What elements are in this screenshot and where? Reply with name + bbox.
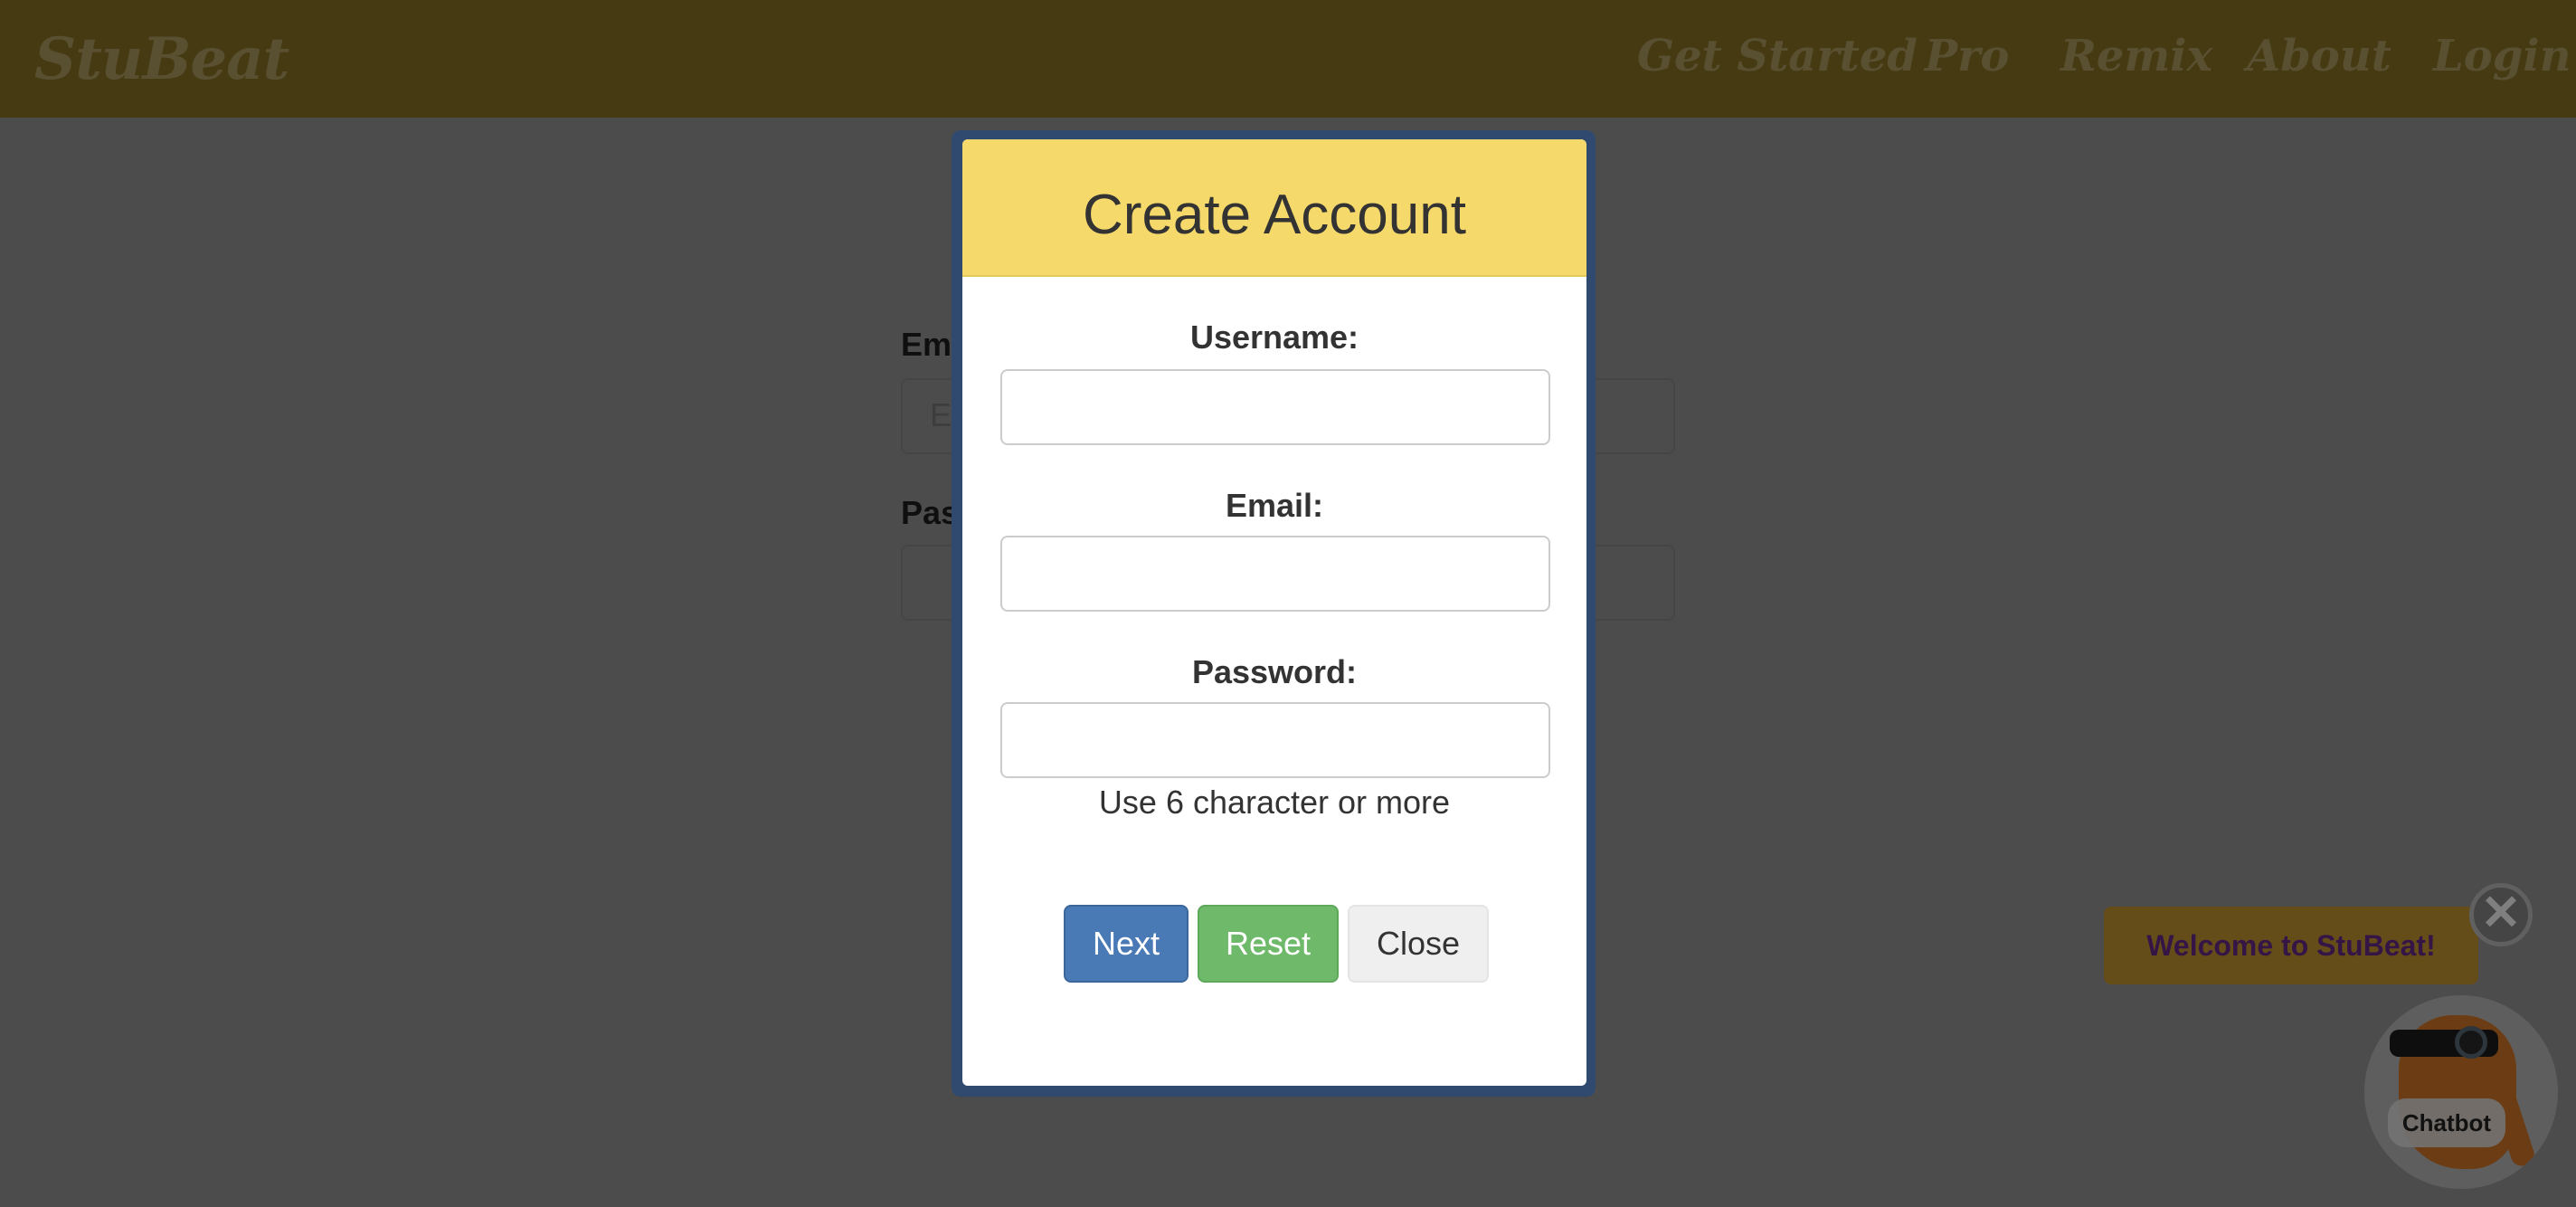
next-button[interactable]: Next <box>1064 905 1189 983</box>
username-label: Username: <box>1189 318 1359 356</box>
email-label: Email: <box>1225 487 1324 524</box>
password-label: Password: <box>1191 653 1358 690</box>
password-input[interactable] <box>1000 702 1550 778</box>
close-button[interactable]: Close <box>1348 905 1489 983</box>
reset-button[interactable]: Reset <box>1198 905 1339 983</box>
username-input[interactable] <box>1000 369 1550 445</box>
password-hint: Use 6 character or more <box>1098 784 1451 821</box>
create-account-modal: Create Account Username: Email: Password… <box>962 139 1586 1086</box>
modal-title: Create Account <box>1083 184 1466 246</box>
modal-header: Create Account <box>962 139 1586 277</box>
email-input[interactable] <box>1000 536 1550 612</box>
